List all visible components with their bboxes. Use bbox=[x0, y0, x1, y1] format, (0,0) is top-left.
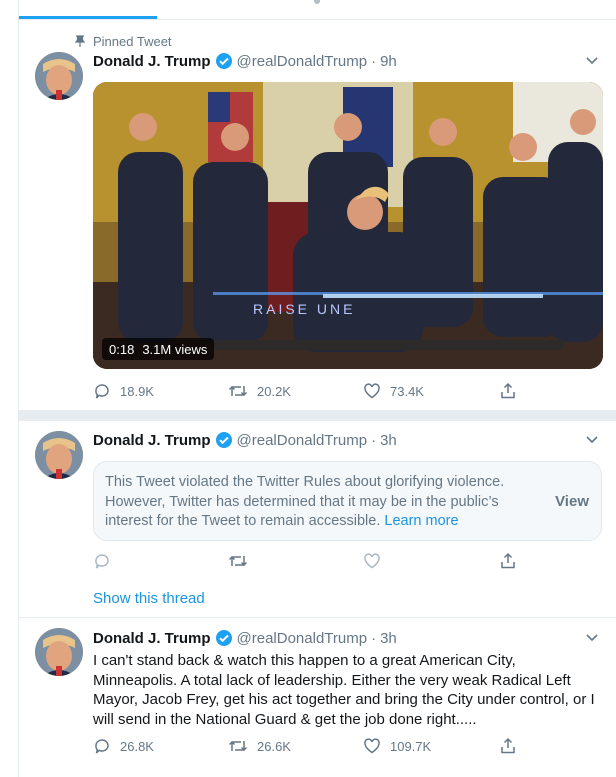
share-button[interactable] bbox=[499, 551, 526, 571]
retweet-icon bbox=[228, 740, 248, 752]
chevron-down-icon[interactable] bbox=[583, 431, 601, 449]
display-name[interactable]: Donald J. Trump bbox=[93, 53, 211, 70]
retweet-count: 20.2K bbox=[257, 383, 291, 399]
timestamp[interactable]: 3h bbox=[380, 630, 397, 647]
share-button[interactable] bbox=[499, 381, 526, 401]
user-handle[interactable]: @realDonaldTrump bbox=[237, 53, 368, 70]
reply-icon bbox=[95, 554, 109, 569]
like-button[interactable]: 109.7K bbox=[363, 736, 431, 756]
tweet-text: I can't stand back & watch this happen t… bbox=[93, 652, 595, 728]
like-icon bbox=[364, 738, 380, 754]
separator-dot: · bbox=[371, 629, 377, 647]
reply-icon bbox=[95, 384, 109, 399]
retweet-icon bbox=[228, 385, 248, 397]
pinned-indicator: Pinned Tweet bbox=[71, 33, 172, 49]
retweet-button[interactable]: 26.6K bbox=[228, 736, 291, 756]
rules-violation-notice[interactable]: This Tweet violated the Twitter Rules ab… bbox=[93, 461, 602, 541]
share-icon bbox=[501, 382, 515, 399]
video-duration: 0:18 bbox=[109, 341, 135, 357]
retweet-button[interactable]: 20.2K bbox=[228, 381, 291, 401]
reply-button[interactable] bbox=[93, 551, 120, 571]
video-views: 3.1M views bbox=[142, 341, 208, 357]
like-icon bbox=[364, 553, 380, 569]
show-thread-link[interactable]: Show this thread bbox=[93, 590, 205, 607]
tweet-actions: 26.8K 26.6K 109.7K bbox=[93, 736, 533, 756]
avatar[interactable] bbox=[35, 628, 83, 676]
separator-dot: · bbox=[371, 52, 377, 70]
avatar[interactable] bbox=[35, 52, 83, 100]
pinned-tweet[interactable]: Pinned Tweet Donald J. Trump @realDonald… bbox=[19, 0, 616, 410]
like-count: 109.7K bbox=[390, 738, 432, 754]
share-icon bbox=[501, 552, 515, 569]
chevron-down-icon[interactable] bbox=[583, 52, 601, 70]
tweet-actions: 18.9K 20.2K 73.4K bbox=[93, 381, 533, 401]
separator-dot: · bbox=[371, 431, 377, 449]
avatar[interactable] bbox=[35, 431, 83, 479]
tweet-header: Donald J. Trump @realDonaldTrump · 3h bbox=[93, 628, 397, 648]
reply-count: 26.8K bbox=[120, 738, 154, 754]
section-separator bbox=[19, 410, 616, 421]
reply-icon bbox=[95, 739, 109, 754]
display-name[interactable]: Donald J. Trump bbox=[93, 630, 211, 647]
verified-badge-icon bbox=[215, 52, 233, 70]
user-handle[interactable]: @realDonaldTrump bbox=[237, 432, 368, 449]
user-handle[interactable]: @realDonaldTrump bbox=[237, 630, 368, 647]
pinned-label: Pinned Tweet bbox=[93, 33, 172, 49]
video-thumbnail: RAISE UNE bbox=[93, 82, 603, 369]
pin-icon bbox=[71, 35, 89, 47]
tweet-actions bbox=[93, 551, 533, 571]
chevron-down-icon[interactable] bbox=[583, 629, 601, 647]
video-overlay-text: RAISE UNE bbox=[253, 301, 355, 317]
tweet-header: Donald J. Trump @realDonaldTrump · 3h bbox=[93, 430, 397, 450]
retweet-button[interactable] bbox=[228, 551, 257, 571]
retweet-icon bbox=[228, 555, 248, 567]
like-button[interactable]: 73.4K bbox=[363, 381, 424, 401]
retweet-count: 26.6K bbox=[257, 738, 291, 754]
video-badge: 0:18 3.1M views bbox=[102, 338, 215, 360]
like-button[interactable] bbox=[363, 551, 390, 571]
notice-text: This Tweet violated the Twitter Rules ab… bbox=[105, 473, 545, 532]
display-name[interactable]: Donald J. Trump bbox=[93, 432, 211, 449]
timeline: Pinned Tweet Donald J. Trump @realDonald… bbox=[18, 0, 616, 777]
reply-button[interactable]: 18.9K bbox=[93, 381, 154, 401]
timestamp[interactable]: 3h bbox=[380, 432, 397, 449]
learn-more-link[interactable]: Learn more bbox=[384, 513, 458, 529]
like-count: 73.4K bbox=[390, 383, 424, 399]
share-button[interactable] bbox=[499, 736, 526, 756]
share-icon bbox=[501, 737, 515, 754]
view-button[interactable]: View bbox=[555, 493, 589, 510]
tweet-header: Donald J. Trump @realDonaldTrump · 9h bbox=[93, 51, 397, 71]
like-icon bbox=[364, 383, 380, 399]
reply-button[interactable]: 26.8K bbox=[93, 736, 154, 756]
verified-badge-icon bbox=[215, 431, 233, 449]
timestamp[interactable]: 9h bbox=[380, 53, 397, 70]
reply-count: 18.9K bbox=[120, 383, 154, 399]
verified-badge-icon bbox=[215, 629, 233, 647]
video-player[interactable]: RAISE UNE 0:18 3.1M views bbox=[93, 82, 603, 369]
